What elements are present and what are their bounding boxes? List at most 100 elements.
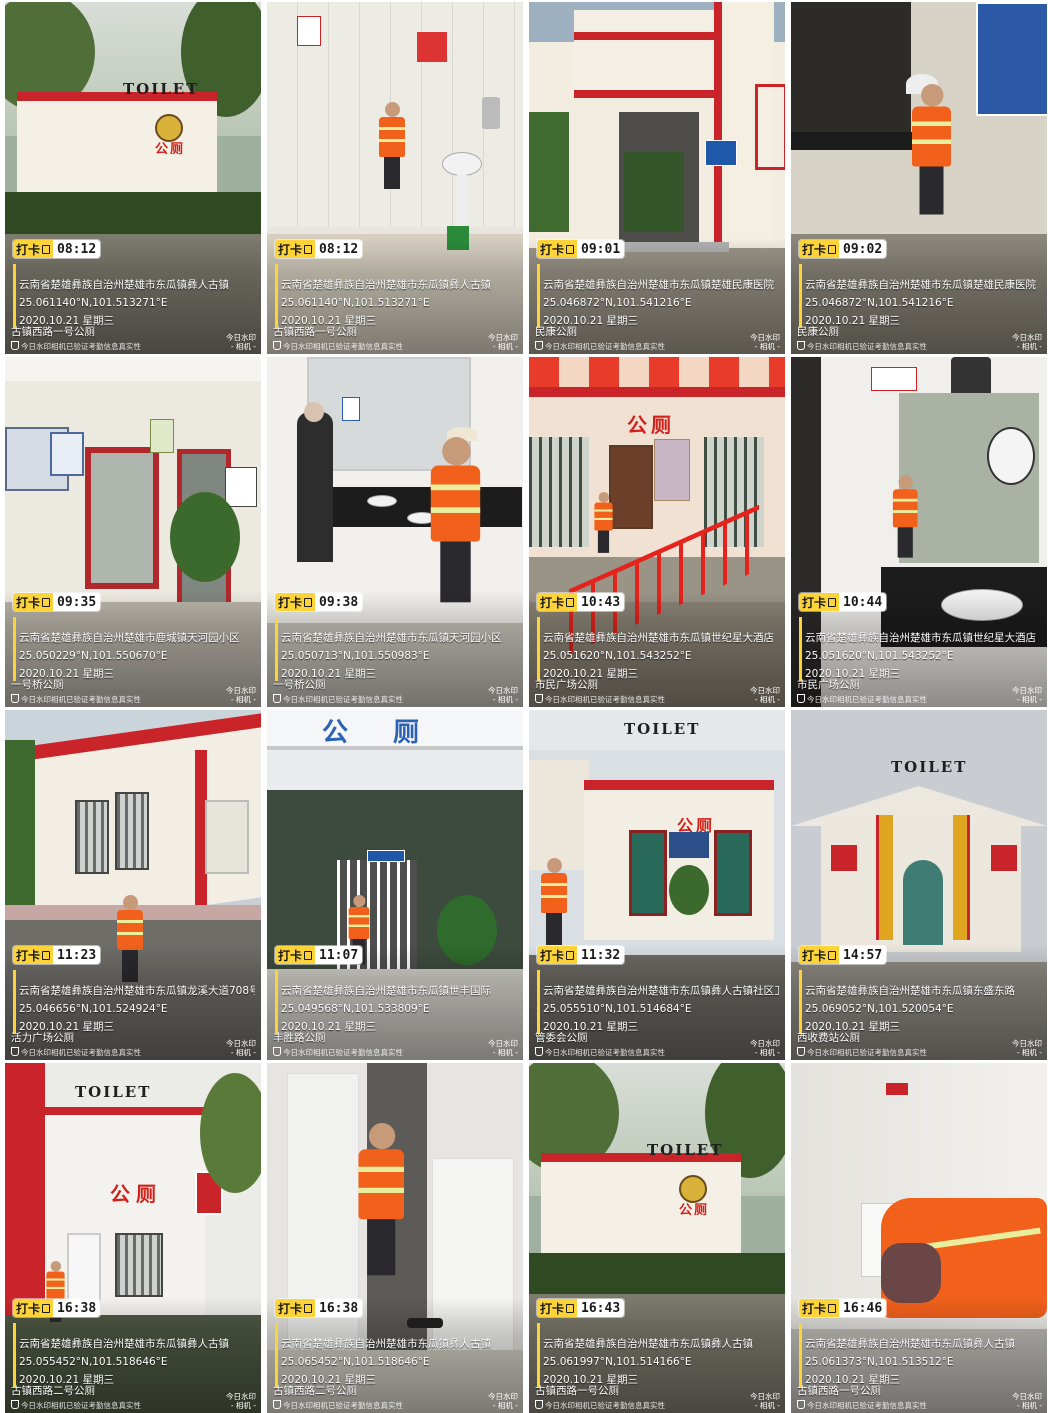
sink-pedestal	[457, 174, 467, 234]
brand-line1: 今日水印	[750, 333, 780, 342]
info-plate	[705, 140, 737, 166]
shield-icon	[797, 1047, 805, 1056]
brand-line2: - 相机 -	[1016, 1048, 1042, 1057]
shield-icon	[797, 341, 805, 350]
verify-text: 今日水印相机已验证考勤信息真实性	[807, 1401, 927, 1410]
location-info: 云南省楚雄彝族自治州楚雄市东瓜镇彝人古镇 25.061997°N,101.514…	[543, 1335, 779, 1389]
accent-bar	[537, 264, 540, 328]
checkin-time: 09:35	[53, 593, 101, 611]
plate	[367, 850, 405, 862]
shield-icon	[273, 1047, 281, 1056]
verify-line: 今日水印相机已验证考勤信息真实性	[11, 341, 141, 352]
accent-bar	[799, 1323, 802, 1387]
location-info: 云南省楚雄彝族自治州楚雄市东瓜镇天河园小区 25.050713°N,101.55…	[281, 629, 517, 683]
watermark-overlay: 打卡 11:23 云南省楚雄彝族自治州楚雄市东瓜镇龙溪大道708号 25.046…	[5, 944, 261, 1060]
toilet-cn-sign: 公厕	[155, 142, 186, 157]
brand-mark: 今日水印 - 相机 -	[226, 686, 256, 704]
worker-head	[442, 437, 471, 466]
accent-bar	[13, 1323, 16, 1387]
address-text: 云南省楚雄彝族自治州楚雄市东瓜镇楚雄民康医院	[805, 279, 1036, 291]
verify-line: 今日水印相机已验证考勤信息真实性	[797, 694, 927, 705]
brand-mark: 今日水印 - 相机 -	[488, 1392, 518, 1410]
coords-text: 25.061140°N,101.513271°E	[281, 297, 430, 309]
address-text: 云南省楚雄彝族自治州楚雄市东瓜镇彝人古镇	[805, 1338, 1015, 1350]
worker-vest	[594, 502, 613, 531]
checkin-text: 打卡	[540, 595, 565, 610]
photo-tile-3: 打卡 09:01 云南省楚雄彝族自治州楚雄市东瓜镇楚雄民康医院 25.04687…	[529, 2, 785, 354]
red-panel	[831, 845, 857, 871]
worker-head	[921, 84, 944, 107]
verify-text: 今日水印相机已验证考勤信息真实性	[283, 342, 403, 351]
coords-text: 25.061140°N,101.513271°E	[19, 297, 168, 309]
address-text: 云南省楚雄彝族自治州楚雄市东瓜镇楚雄民康医院	[543, 279, 774, 291]
brand-mark: 今日水印 - 相机 -	[1012, 333, 1042, 351]
checkin-text: 打卡	[16, 595, 41, 610]
accent-bar	[799, 264, 802, 328]
brand-line1: 今日水印	[750, 1039, 780, 1048]
watermark-overlay: 打卡 16:46 云南省楚雄彝族自治州楚雄市东瓜镇彝人古镇 25.061373°…	[791, 1297, 1047, 1413]
mural	[63, 136, 107, 166]
brand-line1: 今日水印	[1012, 333, 1042, 342]
photo-tile-5: 打卡 09:35 云南省楚雄彝族自治州楚雄市鹿城镇天河园小区 25.050229…	[5, 357, 261, 707]
checkin-label: 打卡	[537, 946, 578, 964]
brand-line2: - 相机 -	[230, 342, 256, 351]
shield-icon	[273, 341, 281, 350]
accent-bar	[275, 970, 278, 1034]
watermark-overlay: 打卡 11:32 云南省楚雄彝族自治州楚雄市东瓜镇彝人古镇社区卫生服务站 25.…	[529, 944, 785, 1060]
coords-text: 25.046656°N,101.524924°E	[19, 1003, 168, 1015]
checkin-text: 打卡	[540, 1301, 565, 1316]
checkin-badge: 打卡 09:02	[799, 240, 887, 258]
checkin-label: 打卡	[275, 240, 316, 258]
place-name: 古镇西路一号公厕	[797, 1385, 881, 1397]
window	[75, 800, 109, 874]
checkin-label: 打卡	[275, 593, 316, 611]
worker-vest	[348, 907, 370, 939]
checkin-time: 10:43	[577, 593, 625, 611]
coords-text: 25.069052°N,101.520054°E	[805, 1003, 954, 1015]
coords-text: 25.046872°N,101.541216°E	[805, 297, 954, 309]
plant	[624, 152, 684, 232]
worker-head	[547, 858, 562, 873]
toilet-sign: TOILET	[624, 720, 701, 738]
address-text: 云南省楚雄彝族自治州楚雄市东瓜镇世纪星大酒店	[543, 632, 774, 644]
small-sign	[886, 1083, 908, 1095]
checkin-time: 08:12	[53, 240, 101, 258]
shield-icon	[11, 1400, 19, 1409]
brand-line1: 今日水印	[488, 1039, 518, 1048]
checkin-label: 打卡	[13, 946, 54, 964]
brand-mark: 今日水印 - 相机 -	[750, 333, 780, 351]
checkin-text: 打卡	[540, 948, 565, 963]
brand-line2: - 相机 -	[230, 1401, 256, 1410]
watermark-overlay: 打卡 09:35 云南省楚雄彝族自治州楚雄市鹿城镇天河园小区 25.050229…	[5, 591, 261, 707]
verify-line: 今日水印相机已验证考勤信息真实性	[273, 1400, 403, 1411]
plant	[170, 492, 240, 582]
worker-vest	[46, 1271, 65, 1300]
checkin-time: 16:38	[53, 1299, 101, 1317]
checkin-text: 打卡	[802, 595, 827, 610]
brand-line1: 今日水印	[226, 1392, 256, 1401]
brand-line1: 今日水印	[226, 333, 256, 342]
checkin-text: 打卡	[278, 595, 303, 610]
brand-line2: - 相机 -	[754, 695, 780, 704]
checkin-text: 打卡	[16, 1301, 41, 1316]
verify-line: 今日水印相机已验证考勤信息真实性	[535, 341, 665, 352]
toilet-cn-sign: 公 厕	[322, 718, 438, 748]
worker-legs	[897, 527, 913, 558]
checkin-label: 打卡	[13, 240, 54, 258]
worker-figure	[593, 492, 614, 553]
ceiling	[5, 357, 261, 381]
mirror	[791, 2, 911, 132]
checkin-label: 打卡	[275, 946, 316, 964]
worker-vest	[430, 465, 481, 542]
verify-text: 今日水印相机已验证考勤信息真实性	[807, 695, 927, 704]
checkin-badge: 打卡 08:12	[13, 240, 101, 258]
bulletin	[50, 432, 84, 476]
place-name: 古镇西路一号公厕	[273, 326, 357, 338]
brand-line1: 今日水印	[1012, 686, 1042, 695]
location-info: 云南省楚雄彝族自治州楚雄市东瓜镇彝人古镇社区卫生服务站 25.055510°N,…	[543, 982, 779, 1036]
verify-text: 今日水印相机已验证考勤信息真实性	[545, 695, 665, 704]
checkin-label: 打卡	[799, 946, 840, 964]
location-info: 云南省楚雄彝族自治州楚雄市东瓜镇彝人古镇 25.055452°N,101.518…	[19, 1335, 255, 1389]
place-name: 管委会公厕	[535, 1032, 588, 1044]
brand-line2: - 相机 -	[492, 342, 518, 351]
